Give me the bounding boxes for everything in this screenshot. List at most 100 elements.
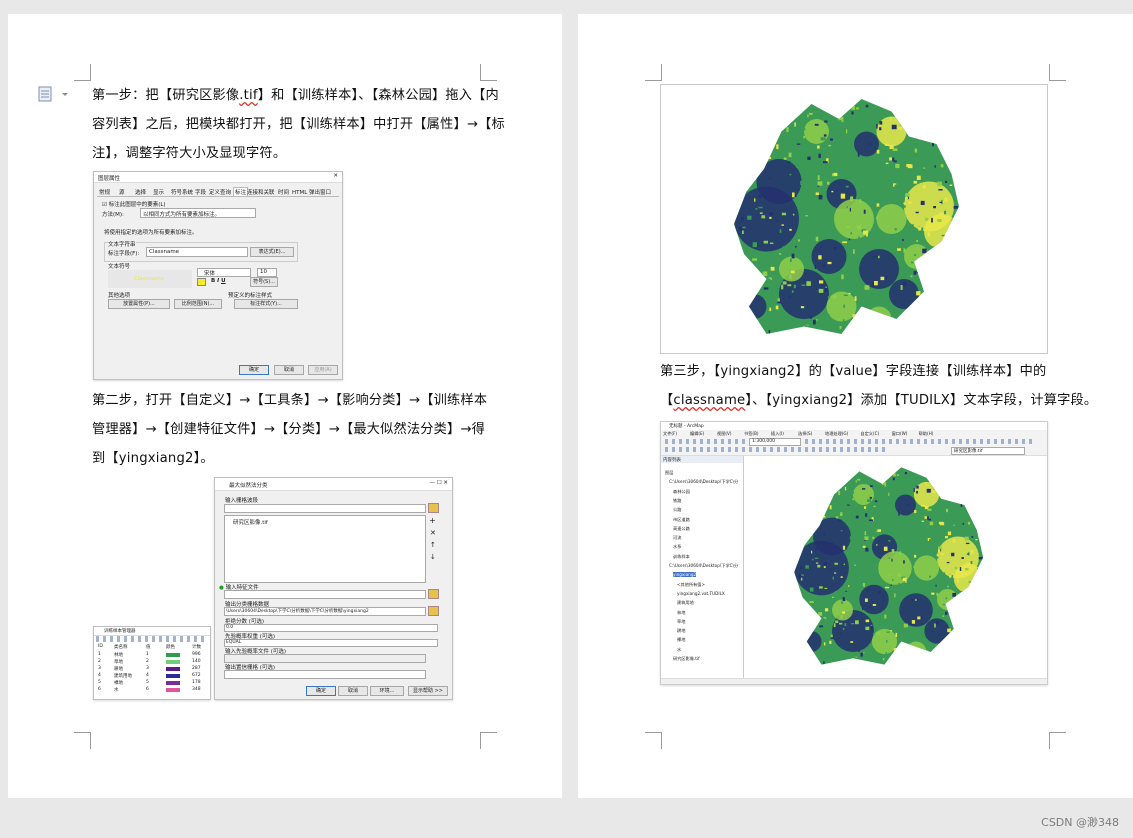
toolbar-icons[interactable]	[665, 439, 1035, 444]
folder-icon[interactable]	[428, 606, 439, 616]
toc-layer-item[interactable]: 高速公路	[673, 526, 690, 532]
tab-labels[interactable]: 标注	[233, 187, 249, 196]
tab-fields[interactable]: 字段	[195, 188, 206, 196]
close-icon[interactable]: ✕	[333, 173, 338, 179]
toc-layer-item[interactable]: 河流	[673, 535, 681, 541]
land-cover-pixel	[965, 524, 967, 529]
ok-button[interactable]: 确定	[239, 365, 269, 375]
toc-layer-item[interactable]: 铁路	[673, 498, 681, 504]
input-raster-select[interactable]	[224, 504, 426, 513]
input-raster-list[interactable]: 研究区影像.tif	[224, 515, 426, 583]
scale-select[interactable]: 1:300,000	[749, 438, 801, 446]
tab-joins[interactable]: 连接和关联	[247, 188, 275, 196]
land-cover-pixel	[941, 138, 943, 144]
label-features-checkbox[interactable]: ☑ 标注此图层中的要素(L)	[102, 200, 166, 208]
land-cover-pixel	[841, 601, 843, 605]
land-cover-pixel	[745, 281, 749, 284]
toc-layer-item[interactable]: 森林公园	[673, 489, 690, 495]
toc-layer-item[interactable]: 市区道路	[673, 517, 690, 523]
size-select[interactable]: 10	[257, 268, 277, 277]
symbol-button[interactable]: 符号(S)...	[250, 277, 278, 287]
tab-display[interactable]: 显示	[153, 188, 164, 196]
show-help-button[interactable]: 显示帮助 >>	[408, 686, 448, 696]
environments-button[interactable]: 环境...	[370, 686, 404, 696]
signature-file-input[interactable]	[224, 590, 426, 599]
sample-color-swatch[interactable]	[166, 667, 180, 671]
move-up-icon[interactable]: ↑	[430, 541, 436, 549]
toc-layer-item[interactable]: 研究区影像.tif	[673, 656, 700, 662]
tab-general[interactable]: 常规	[99, 188, 110, 196]
ok-button[interactable]: 确定	[306, 686, 336, 696]
land-cover-pixel	[840, 530, 843, 532]
cancel-button[interactable]: 取消	[338, 686, 368, 696]
label-styles-button[interactable]: 标注样式(Y)...	[234, 299, 298, 309]
label-field-select[interactable]: Classname	[146, 247, 248, 257]
land-cover-pixel	[932, 142, 934, 147]
confidence-input[interactable]	[224, 670, 426, 679]
land-cover-pixel	[811, 495, 814, 500]
output-raster-input[interactable]: \Users\30604\Desktop\下学C\分析数据\下学C\分析数据\y…	[224, 607, 426, 616]
toc-layer-item[interactable]: yingxiang2	[673, 572, 697, 578]
paragraph-options-icon[interactable]	[38, 86, 72, 102]
move-down-icon[interactable]: ↓	[430, 553, 436, 561]
land-cover-pixel	[799, 547, 802, 549]
expression-button[interactable]: 表达式(E)...	[250, 247, 294, 257]
sample-color-swatch[interactable]	[166, 688, 180, 692]
apriori-file-input[interactable]	[224, 654, 426, 663]
toc-layer-item[interactable]: C:\Users\30604\Desktop\下学C\分	[669, 479, 738, 485]
placement-button[interactable]: 放置属性(P)...	[108, 299, 170, 309]
scale-range-button[interactable]: 比例范围(N)...	[174, 299, 222, 309]
add-icon[interactable]: +	[429, 516, 436, 525]
sample-color-swatch[interactable]	[166, 660, 180, 664]
toc-layer-item[interactable]: 草地	[677, 619, 685, 625]
land-cover-pixel	[865, 626, 870, 631]
tab-selection[interactable]: 选择	[135, 188, 146, 196]
apriori-select[interactable]: EQUAL	[224, 639, 438, 647]
toc-layer-item[interactable]: 公路	[673, 507, 681, 513]
input-raster-item[interactable]: 研究区影像.tif	[233, 518, 268, 526]
land-cover-pixel	[789, 258, 792, 262]
land-cover-pixel	[992, 633, 994, 636]
land-cover-pixel	[833, 126, 837, 130]
sample-cell: 140	[192, 659, 201, 664]
toolbar-icons[interactable]	[665, 447, 885, 452]
cancel-button[interactable]: 取消	[274, 365, 304, 375]
sample-color-swatch[interactable]	[166, 674, 180, 678]
bold-italic-underline-icon[interactable]: B I U	[211, 278, 226, 284]
sample-color-swatch[interactable]	[166, 681, 180, 685]
land-cover-pixel	[755, 171, 758, 176]
sample-color-swatch[interactable]	[166, 653, 180, 657]
toc-layer-item[interactable]: 训练样本	[673, 554, 690, 560]
remove-icon[interactable]: ✕	[430, 529, 436, 537]
tab-definition-query[interactable]: 定义查询	[209, 188, 231, 196]
sample-header: 颜色	[166, 645, 175, 650]
tab-source[interactable]: 源	[119, 188, 125, 196]
toc-layer-item[interactable]: 裸地	[677, 637, 685, 643]
method-select[interactable]: 以相同方式为所有要素加标注。	[140, 208, 256, 218]
font-select[interactable]: 宋体	[197, 268, 251, 277]
toc-layer-item[interactable]: <其他所有值>	[677, 582, 705, 588]
toc-layer-item[interactable]: 水	[677, 647, 681, 653]
toc-layer-item[interactable]: 耕地	[677, 628, 685, 634]
tab-html-popup[interactable]: HTML 弹出窗口	[292, 188, 331, 196]
toc-layer-item[interactable]: 水系	[673, 544, 681, 550]
toc-layer-item[interactable]: 图层	[665, 470, 673, 476]
toc-layer-item[interactable]: C:\Users\30604\Desktop\下学C\分	[669, 563, 738, 569]
apply-button[interactable]: 应用(A)	[308, 365, 338, 375]
land-cover-pixel	[911, 620, 916, 624]
land-cover-pixel	[969, 552, 971, 555]
reject-fraction-select[interactable]: 0.0	[224, 624, 438, 632]
window-controls-icon[interactable]: — ☐ ✕	[429, 480, 448, 486]
layer-dropdown[interactable]: 研究区影像.tif	[951, 447, 1025, 455]
folder-icon[interactable]	[428, 589, 439, 599]
folder-icon[interactable]	[428, 503, 439, 513]
tab-symbology[interactable]: 符号系统	[171, 188, 193, 196]
toc-layer-item[interactable]: yingxiang2.vat.TUDILX	[677, 591, 725, 596]
color-swatch[interactable]	[197, 278, 206, 286]
land-cover-pixel	[744, 261, 750, 264]
land-cover-pixel	[792, 213, 795, 216]
tab-time[interactable]: 时间	[278, 188, 289, 196]
arcmap-map-view[interactable]	[745, 456, 1045, 678]
toc-layer-item[interactable]: 建筑用地	[677, 600, 694, 606]
toc-layer-item[interactable]: 林地	[677, 610, 685, 616]
